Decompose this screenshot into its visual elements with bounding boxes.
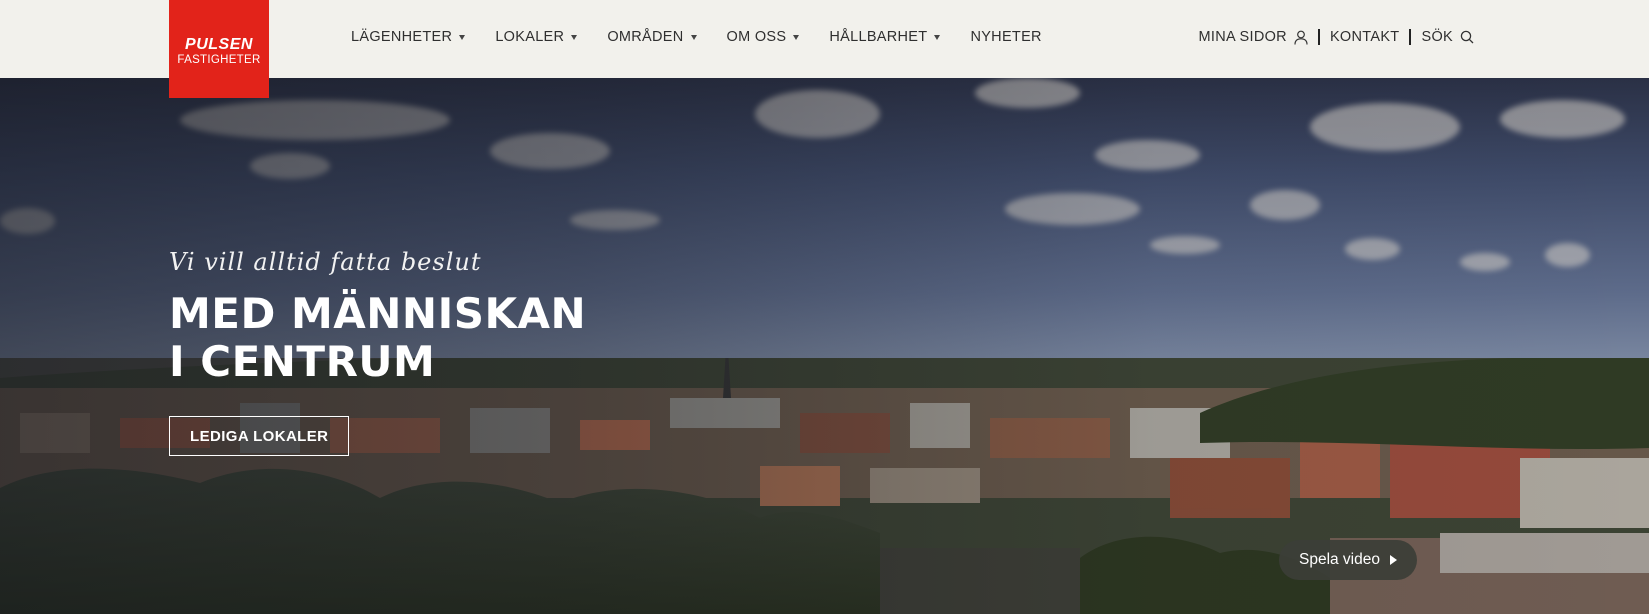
my-pages-label: MINA SIDOR [1198,29,1287,45]
available-premises-button[interactable]: LEDIGA LOKALER [169,416,350,456]
caret-down-icon [571,34,578,40]
hero-headline-line2: I CENTRUM [169,337,436,386]
search-label: SÖK [1421,29,1453,45]
nav-item-om-oss[interactable]: OM OSS [727,29,800,45]
contact-label: KONTAKT [1329,29,1400,45]
nav-item-hallbarhet[interactable]: HÅLLBARHET [829,29,941,45]
divider [1317,29,1320,45]
search-icon [1460,30,1474,44]
divider [1409,29,1412,45]
hero-tagline: Vi vill alltid fatta beslut [169,248,482,276]
search-button[interactable]: SÖK [1421,29,1474,45]
hero-headline: MED MÄNNISKAN I CENTRUM [169,290,586,386]
nav-item-label: LÄGENHETER [351,29,453,45]
nav-item-lagenheter[interactable]: LÄGENHETER [351,29,466,45]
nav-item-label: NYHETER [970,29,1042,45]
utility-nav: MINA SIDOR KONTAKT SÖK [1199,29,1474,45]
play-video-label: Spela video [1298,551,1380,568]
my-pages-link[interactable]: MINA SIDOR [1199,29,1308,45]
nav-item-omraden[interactable]: OMRÅDEN [607,29,697,45]
caret-down-icon [459,34,466,40]
hero: Vi vill alltid fatta beslut MED MÄNNISKA… [0,78,1649,614]
caret-down-icon [690,34,697,40]
logo-brand: PULSEN [185,36,253,53]
caret-down-icon [934,34,941,40]
user-icon [1294,30,1308,45]
nav-item-label: OM OSS [726,29,787,45]
nav-item-lokaler[interactable]: LOKALER [495,29,578,45]
nav-item-label: HÅLLBARHET [829,29,928,45]
logo-link[interactable]: PULSEN FASTIGHETER [169,0,269,98]
play-video-button[interactable]: Spela video [1279,540,1417,580]
caret-down-icon [793,34,800,40]
hero-headline-line1: MED MÄNNISKAN [169,289,587,338]
nav-item-nyheter[interactable]: NYHETER [970,29,1041,45]
contact-link[interactable]: KONTAKT [1330,29,1400,45]
nav-item-label: OMRÅDEN [607,29,684,45]
logo-subtitle: FASTIGHETER [177,54,261,66]
play-icon [1390,555,1397,565]
nav-item-label: LOKALER [495,29,565,45]
main-nav: LÄGENHETER LOKALER OMRÅDEN OM OSS HÅLLBA… [351,29,1072,45]
